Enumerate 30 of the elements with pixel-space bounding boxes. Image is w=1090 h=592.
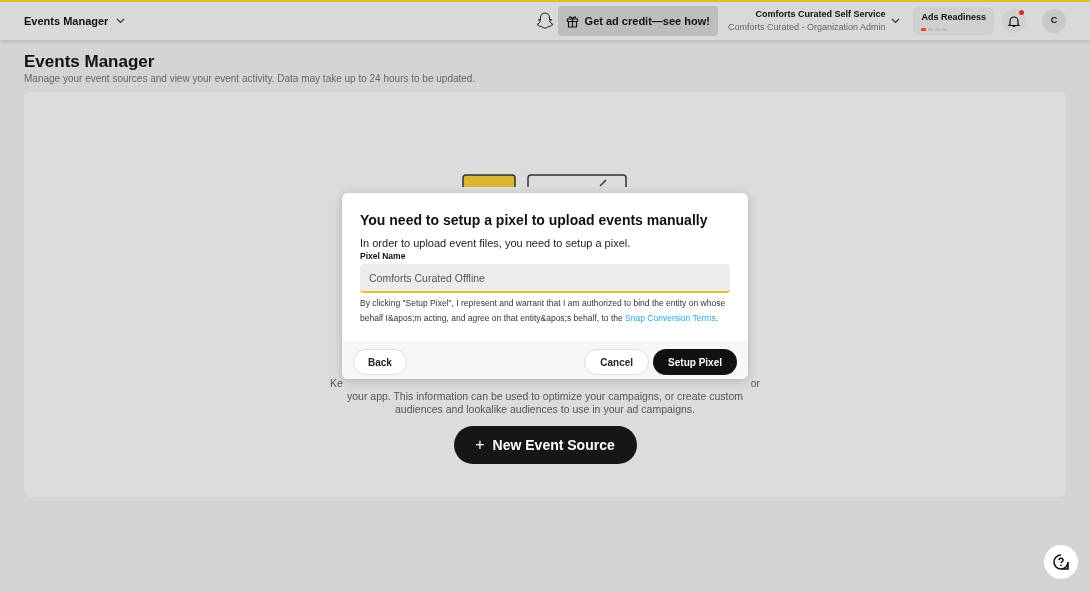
- help-icon: [1052, 553, 1070, 571]
- dialog-message: In order to upload event files, you need to setup a pixel.: [360, 237, 632, 250]
- description-text: Ke: [330, 377, 343, 390]
- help-button[interactable]: [1044, 545, 1078, 579]
- bell-icon: [1008, 14, 1020, 28]
- dialog-title: You need to setup a pixel to upload events manually: [360, 212, 709, 229]
- page-title: Events Manager: [24, 52, 156, 72]
- legal-text: By clicking "Setup Pixel", I represent and warrant that I am authorized to bind the entity on whose behalf I&apos;m acting, and agree on that entity&apos;s behalf, to the Snap Conversion Terms.: [360, 297, 727, 325]
- account-role: Comforts Curated - Organization Admin: [727, 21, 886, 34]
- description-text: your app. This information can be used to optimize your campaigns, or create custom: [346, 390, 744, 403]
- back-button[interactable]: Back: [353, 349, 407, 375]
- notifications-button[interactable]: [1002, 9, 1026, 33]
- gift-icon: [565, 14, 579, 28]
- page-subtitle: Manage your event sources and view your event activity. Data may take up to 24 hours to be updated.: [24, 72, 477, 86]
- ghost-icon[interactable]: [534, 11, 555, 31]
- description-text: audiences and lookalike audiences to use in your ad campaigns.: [395, 403, 695, 416]
- avatar[interactable]: C: [1042, 9, 1066, 33]
- pixel-name-field[interactable]: Comforts Curated Offline: [360, 264, 730, 293]
- chevron-down-icon[interactable]: [891, 18, 901, 24]
- cancel-button[interactable]: Cancel: [584, 349, 650, 375]
- plus-icon: +: [475, 433, 485, 457]
- new-event-source-button[interactable]: + New Event Source: [453, 426, 637, 464]
- setup-pixel-button[interactable]: Setup Pixel: [653, 349, 737, 375]
- app-menu[interactable]: Events Manager: [24, 12, 126, 30]
- account-name: Comforts Curated Self Service: [755, 8, 886, 21]
- chevron-down-icon: [116, 18, 126, 24]
- field-label: Pixel Name: [360, 250, 407, 262]
- description-text: or: [750, 377, 760, 390]
- promo-button[interactable]: Get ad credit—see how!: [557, 6, 718, 36]
- ads-readiness-button[interactable]: Ads Readiness: [913, 7, 994, 35]
